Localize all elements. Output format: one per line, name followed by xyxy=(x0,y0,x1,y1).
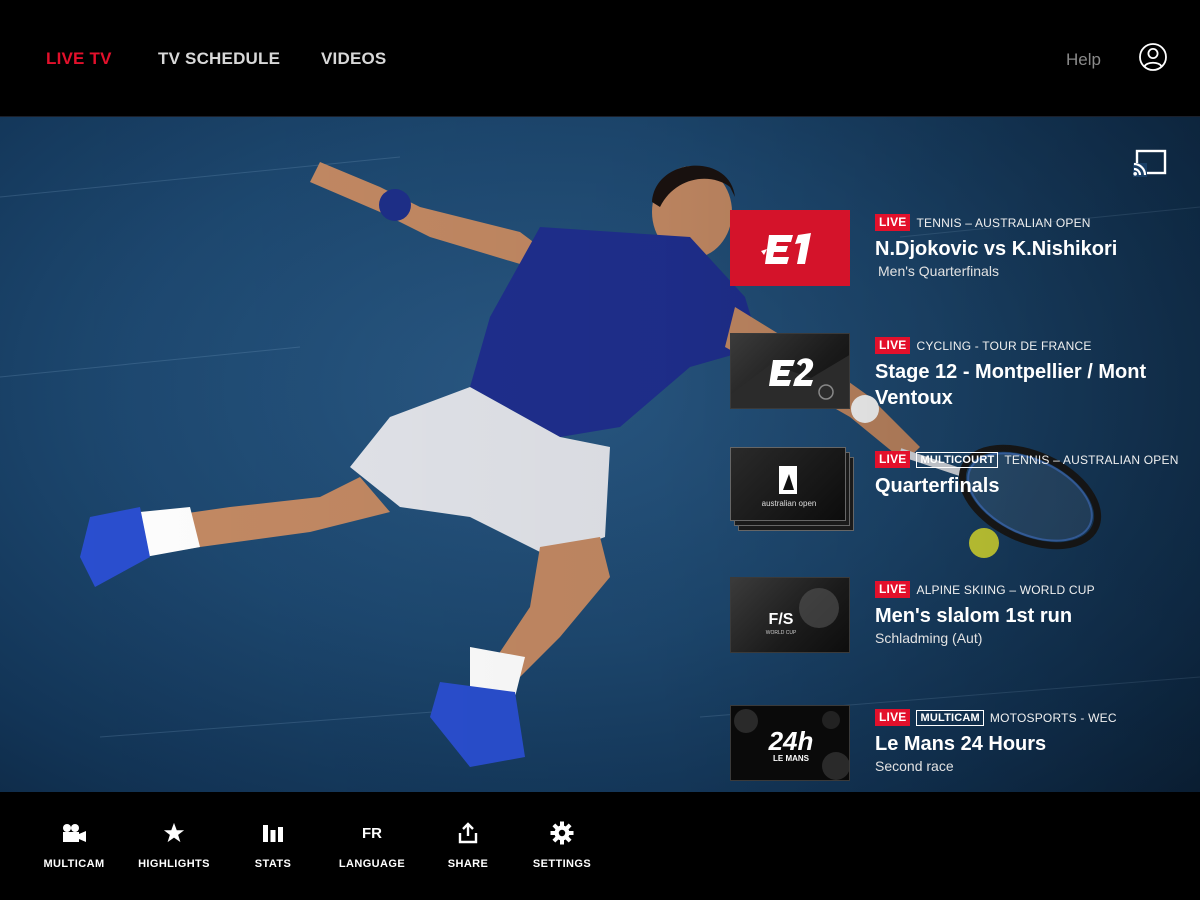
channel-subtitle: Second race xyxy=(875,758,954,774)
thumb-label: WORLD CUP xyxy=(766,630,797,636)
channel-item-e1[interactable]: LIVE TENNIS – AUSTRALIAN OPEN N.Djokovic… xyxy=(730,210,1170,288)
live-badge: LIVE xyxy=(875,337,911,354)
channel-category: MOTOSPORTS - WEC xyxy=(989,710,1117,725)
channel-category: TENNIS – AUSTRALIAN OPEN xyxy=(916,215,1091,230)
share-icon xyxy=(458,822,478,844)
live-badge: LIVE xyxy=(875,581,911,598)
channel-title: Men's slalom 1st run xyxy=(875,605,1073,627)
star-icon xyxy=(163,822,185,843)
thumb-logo: F/S xyxy=(769,611,794,628)
channel-thumbnail-stack: australian open xyxy=(730,447,856,533)
channel-item-skiing[interactable]: F/S WORLD CUP LIVE ALPINE SKIING – WORLD… xyxy=(730,577,1170,655)
channel-title: Le Mans 24 Hours xyxy=(875,733,1047,755)
channel-title: N.Djokovic vs K.Nishikori xyxy=(875,238,1118,260)
live-badge: LIVE xyxy=(875,214,911,231)
toolbar-label: MULTICAM xyxy=(43,858,105,870)
tab-tv-schedule[interactable]: TV SCHEDULE xyxy=(158,49,280,69)
channel-item-multicourt[interactable]: australian open LIVE MULTICOURT TENNIS –… xyxy=(730,447,1178,531)
thumb-sublabel: LE MANS xyxy=(773,754,810,763)
user-circle-icon[interactable] xyxy=(1138,42,1168,72)
stats-button[interactable]: STATS xyxy=(223,820,323,870)
eurosport-1-logo-icon xyxy=(761,233,811,264)
channel-category: ALPINE SKIING – WORLD CUP xyxy=(916,582,1095,597)
gear-icon xyxy=(550,821,574,845)
tab-live-tv[interactable]: LIVE TV xyxy=(46,49,112,69)
le-mans-24h-logo-icon: 24h LE MANS xyxy=(734,709,849,780)
channel-thumbnail xyxy=(730,210,850,286)
channel-item-lemans[interactable]: 24h LE MANS LIVE MULTICAM MOTOSPORTS - W… xyxy=(730,705,1170,783)
language-button[interactable]: FR LANGUAGE xyxy=(322,820,422,871)
settings-button[interactable]: SETTINGS xyxy=(512,820,612,870)
toolbar-label: SHARE xyxy=(447,858,489,870)
stack-layer-front: australian open xyxy=(730,447,846,521)
australian-open-logo-icon: australian open xyxy=(762,466,817,508)
channel-subtitle: Men's Quarterfinals xyxy=(878,263,999,279)
channel-title: Stage 12 - Montpellier / Mont Ventoux xyxy=(875,361,1147,409)
highlights-button[interactable]: HIGHLIGHTS xyxy=(124,820,224,870)
channel-title: Quarterfinals xyxy=(875,475,1000,497)
channel-category: TENNIS – AUSTRALIAN OPEN xyxy=(1004,452,1179,467)
channel-thumbnail: F/S WORLD CUP xyxy=(730,577,850,653)
cast-icon[interactable] xyxy=(1133,149,1167,177)
channel-thumbnail: 24h LE MANS xyxy=(730,705,850,781)
language-code: FR xyxy=(362,824,382,842)
toolbar-label: STATS xyxy=(254,858,292,870)
live-badge: LIVE xyxy=(875,451,911,468)
toolbar-label: LANGUAGE xyxy=(338,858,406,870)
eurosport-2-logo-icon xyxy=(731,355,849,408)
channel-item-e2[interactable]: LIVE CYCLING - TOUR DE FRANCE Stage 12 -… xyxy=(730,333,1170,411)
bar-chart-icon xyxy=(263,825,283,842)
help-link[interactable]: Help xyxy=(1066,50,1101,70)
fis-world-cup-logo-icon: F/S WORLD CUP xyxy=(766,588,839,636)
share-button[interactable]: SHARE xyxy=(418,820,518,870)
video-camera-icon xyxy=(63,824,86,842)
thumb-label: australian open xyxy=(762,499,817,508)
bottom-toolbar: MULTICAM HIGHLIGHTS STATS FR LANGUAGE SH… xyxy=(0,792,1200,900)
multicourt-badge: MULTICOURT xyxy=(916,451,999,468)
multicam-badge: MULTICAM xyxy=(916,709,984,726)
live-badge: LIVE xyxy=(875,709,911,726)
hero-video-area[interactable]: LIVE TENNIS – AUSTRALIAN OPEN N.Djokovic… xyxy=(0,117,1200,792)
multicam-button[interactable]: MULTICAM xyxy=(24,820,124,870)
toolbar-label: SETTINGS xyxy=(532,858,592,870)
channel-category: CYCLING - TOUR DE FRANCE xyxy=(916,338,1092,353)
thumb-label: 24h xyxy=(768,726,814,756)
channel-thumbnail xyxy=(730,333,850,409)
tab-videos[interactable]: VIDEOS xyxy=(321,49,386,69)
channel-subtitle: Schladming (Aut) xyxy=(875,630,983,646)
toolbar-label: HIGHLIGHTS xyxy=(138,858,210,870)
top-navigation-bar: LIVE TV TV SCHEDULE VIDEOS Help xyxy=(0,0,1200,117)
